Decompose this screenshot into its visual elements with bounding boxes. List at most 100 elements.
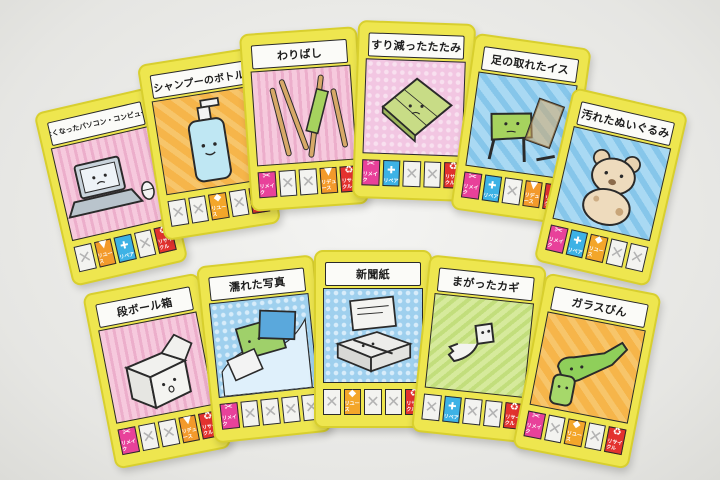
cross-mark-icon: ✕ <box>242 402 258 423</box>
cross-mark-icon: ✕ <box>190 198 207 219</box>
remake-symbol-icon: ✂ <box>262 170 272 183</box>
unavailable-icon: ✕ <box>137 422 160 452</box>
newspapers-illustration <box>323 288 423 383</box>
unavailable-icon: ✕ <box>543 414 566 444</box>
unavailable-icon: ✕ <box>625 243 649 273</box>
repair-symbol-icon: ✚ <box>447 401 457 413</box>
icon-label: リデュース <box>523 192 540 206</box>
cross-mark-icon: ✕ <box>280 172 296 193</box>
remake-icon: ✂ リメイク <box>545 224 569 254</box>
icon-label: リサイクル <box>605 438 623 452</box>
cross-mark-icon: ✕ <box>386 391 401 411</box>
cross-mark-icon: ✕ <box>504 180 521 201</box>
wet-photos-illustration <box>208 293 319 398</box>
cross-mark-icon: ✕ <box>169 201 187 223</box>
cross-mark-icon: ✕ <box>325 391 339 411</box>
icon-label: リメイク <box>362 171 378 184</box>
reduce-icon: ▼ リデュース <box>522 180 544 209</box>
repair-icon: ✚ リペア <box>565 229 589 259</box>
cross-mark-icon: ✕ <box>140 425 157 447</box>
action-icons: ✕ ✚ リペア ✕ ✕ ♻ リサイクル <box>421 393 524 430</box>
unavailable-icon: ✕ <box>323 389 341 415</box>
action-icons: ✂ リメイク ✚ リペア ✕ ✕ ♻ リサイクル <box>361 158 463 189</box>
reuse-symbol-icon: ◆ <box>571 418 582 431</box>
cross-mark-icon: ✕ <box>136 232 154 254</box>
repair-icon: ✚ リペア <box>381 159 401 187</box>
cross-mark-icon: ✕ <box>608 241 626 263</box>
unavailable-icon: ✕ <box>167 198 189 227</box>
icon-label: リユース <box>586 245 605 259</box>
reuse-icon: ◆ リユース <box>585 233 609 264</box>
tatami-illustration <box>362 58 466 157</box>
card-title: 新聞紙 <box>325 262 421 286</box>
unavailable-icon: ✕ <box>462 397 483 426</box>
cross-mark-icon: ✕ <box>300 170 316 191</box>
remake-symbol-icon: ✂ <box>530 410 542 423</box>
cross-mark-icon: ✕ <box>262 400 279 421</box>
icon-label: リペア <box>482 192 499 201</box>
icon-label: リユース <box>97 250 114 266</box>
reuse-symbol-icon: ◆ <box>212 191 223 204</box>
reduce-icon: ▼ リユース <box>93 238 117 268</box>
remake-icon: ✂ リメイク <box>257 170 277 199</box>
cross-mark-icon: ✕ <box>628 245 646 268</box>
unavailable-icon: ✕ <box>278 169 298 197</box>
action-icons: ✂ リメイク ✕ ✕ ✕ ✕ <box>219 393 322 430</box>
remake-icon: ✂ リメイク <box>219 402 240 430</box>
unavailable-icon: ✕ <box>187 195 210 224</box>
action-icons: ✕◆リユース✕✕♻リサイクル <box>323 388 423 415</box>
icon-label: リメイク <box>462 183 479 197</box>
cross-mark-icon: ✕ <box>230 191 248 213</box>
icon-label: リメイク <box>120 438 137 453</box>
remake-icon: ✂ リメイク <box>117 426 140 456</box>
repair-symbol-icon: ✚ <box>487 180 498 193</box>
reuse-icon: ◆ リユース <box>563 418 587 448</box>
remake-icon: ✂ リメイク <box>460 171 482 200</box>
cardboard-box-illustration <box>98 311 215 424</box>
cross-mark-icon: ✕ <box>425 163 440 184</box>
cross-mark-icon: ✕ <box>283 398 299 419</box>
unavailable-icon: ✕ <box>584 422 607 452</box>
unavailable-icon: ✕ <box>239 399 261 428</box>
cross-mark-icon: ✕ <box>485 402 501 423</box>
cross-mark-icon: ✕ <box>586 425 604 447</box>
unavailable-icon: ✕ <box>298 168 319 196</box>
icon-label: リデュース <box>181 426 198 442</box>
unavailable-icon: ✕ <box>605 238 629 268</box>
icon-label: リペア <box>566 246 583 257</box>
card-chopsticks[interactable]: わりばし ✂ リメイク ✕ ✕ ▼ リデュース ♻ リサイクル <box>238 26 370 212</box>
reduce-icon: ▼ リデュース <box>319 166 339 194</box>
cross-mark-icon: ✕ <box>76 245 94 268</box>
icon-label: リメイク <box>524 422 542 436</box>
unavailable-icon: ✕ <box>157 418 181 448</box>
unavailable-icon: ✕ <box>364 389 382 415</box>
icon-label: リユース <box>210 204 227 219</box>
repair-icon: ✚ リペア <box>441 395 463 424</box>
icon-label: リメイク <box>259 183 275 197</box>
reuse-symbol-icon: ◆ <box>348 388 357 399</box>
stuffed-bear-illustration <box>552 126 672 242</box>
card-wet-photos[interactable]: 濡れた写真 ✂ リメイク ✕ ✕ ✕ ✕ <box>196 254 332 444</box>
icon-label: リメイク <box>221 414 238 428</box>
unavailable-icon: ✕ <box>73 243 97 273</box>
bent-key-illustration <box>424 293 535 398</box>
icon-label: リユース <box>344 401 360 413</box>
repair-icon: ✚ リペア <box>481 174 503 203</box>
cross-mark-icon: ✕ <box>160 421 178 443</box>
action-icons: ✂ リメイク ✕ ✕ ▼ リデュース ♻ リサイクル <box>257 165 360 199</box>
unavailable-icon: ✕ <box>402 160 422 188</box>
repair-symbol-icon: ✚ <box>386 165 396 177</box>
unavailable-icon: ✕ <box>228 188 250 218</box>
chopsticks-illustration <box>250 64 357 167</box>
cross-mark-icon: ✕ <box>464 400 481 421</box>
remake-icon: ✂ リメイク <box>523 410 546 440</box>
reuse-icon: ◆ リユース <box>343 388 362 415</box>
unavailable-icon: ✕ <box>482 399 503 428</box>
repair-icon: ✚ リペア <box>113 233 137 264</box>
icon-label: リユース <box>565 430 583 444</box>
remake-icon: ✂ リメイク <box>361 158 380 186</box>
cross-mark-icon: ✕ <box>404 163 419 183</box>
cross-mark-icon: ✕ <box>366 391 380 411</box>
card-title: すり減ったたたみ <box>367 32 465 60</box>
unavailable-icon: ✕ <box>384 389 403 415</box>
